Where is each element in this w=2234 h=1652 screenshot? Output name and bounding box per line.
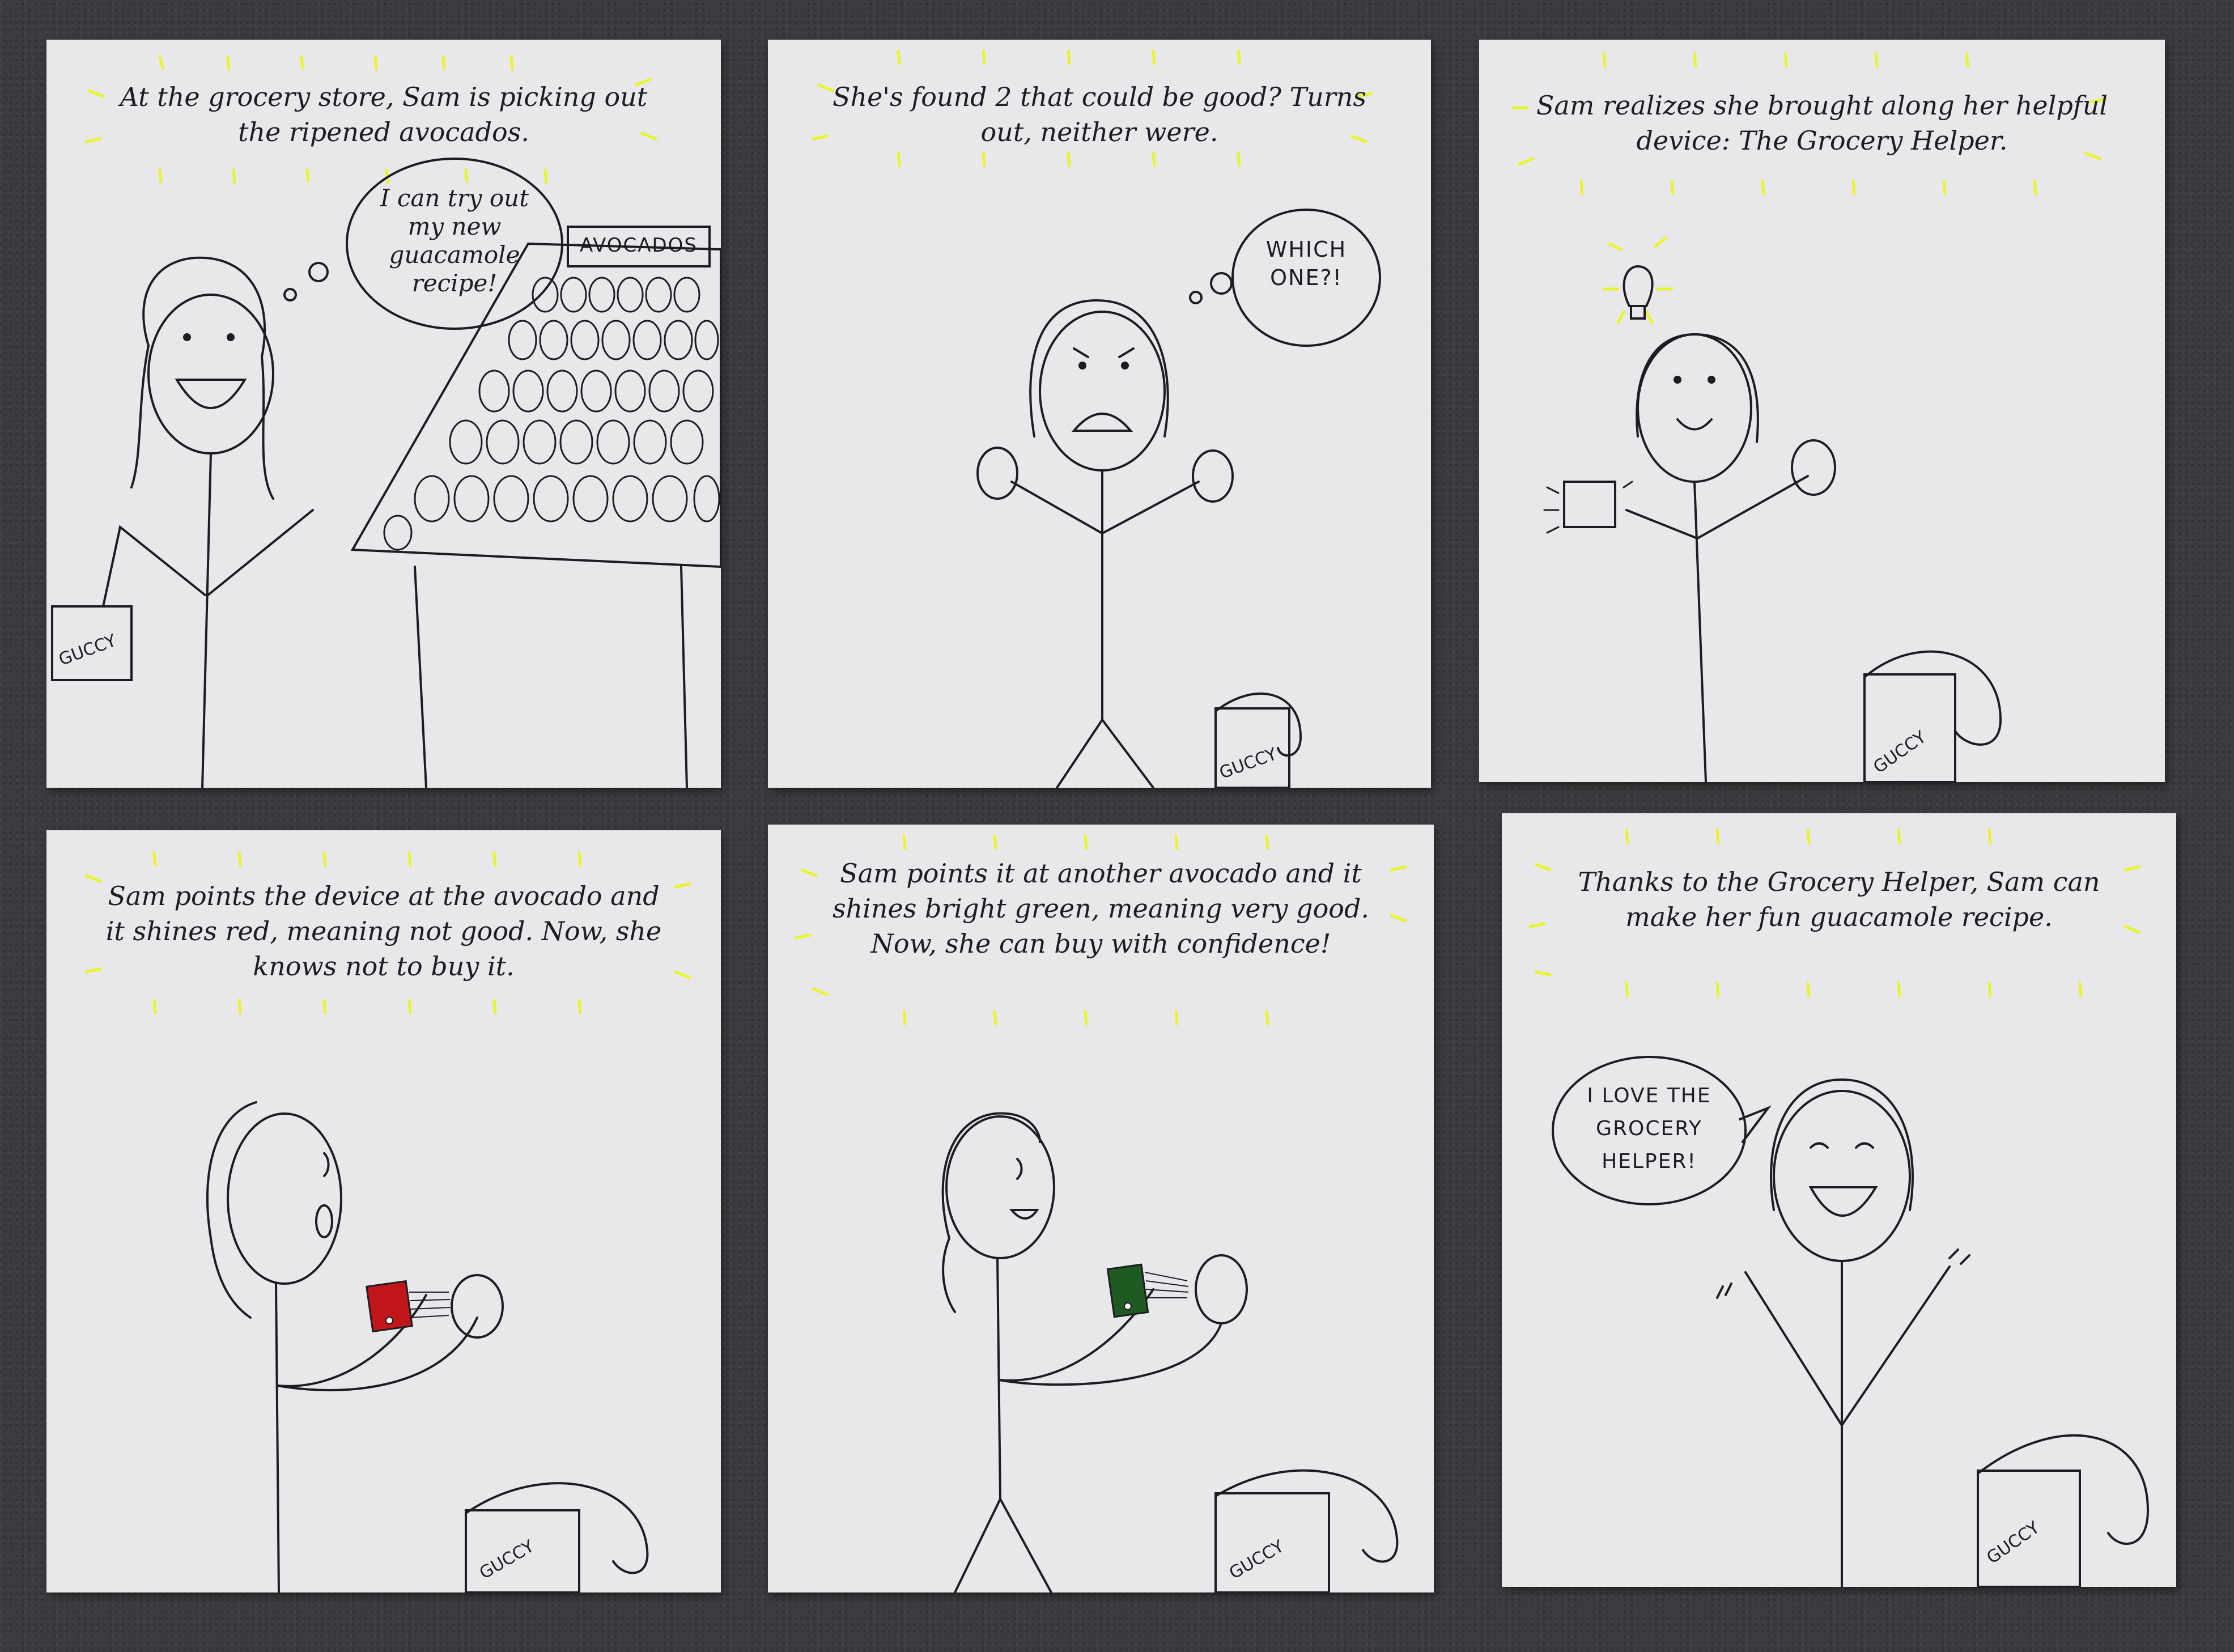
frown	[1071, 413, 1133, 432]
right-arm	[1696, 475, 1809, 540]
big-smile	[1808, 1186, 1878, 1217]
head	[1039, 311, 1166, 472]
comic-panel-4: Sam points the device at the avocado and…	[46, 830, 721, 1592]
left-arm	[1744, 1271, 1843, 1426]
head	[945, 1115, 1055, 1259]
panel-2-caption: She's found 2 that could be good? Turns …	[832, 82, 1367, 147]
body	[201, 452, 212, 788]
avocado	[451, 1274, 504, 1339]
hair-left	[130, 345, 150, 489]
left-arm	[1010, 481, 1102, 534]
right-arm	[1102, 481, 1200, 534]
avocados	[383, 277, 720, 551]
comic-panel-1: At the grocery store, Sam is picking out…	[46, 40, 721, 788]
left-arm	[1625, 509, 1698, 540]
panel-6-caption: Thanks to the Grocery Helper, Sam can ma…	[1578, 867, 2100, 932]
comic-panel-5: Sam points it at another avocado and it …	[768, 825, 1434, 1592]
hair	[1770, 1078, 1914, 1211]
panel-4-caption: Sam points the device at the avocado and…	[105, 881, 662, 982]
right-arm	[1841, 1265, 1951, 1426]
body	[275, 1282, 280, 1592]
comic-panel-3: Sam realizes she brought along her helpf…	[1479, 40, 2165, 782]
panel-3-caption: Sam realizes she brought along her helpf…	[1536, 90, 2108, 156]
left-arm	[102, 525, 206, 608]
panel-2-drawing	[812, 49, 1381, 788]
hair	[1636, 333, 1759, 443]
comic-panel-2: She's found 2 that could be good? Turns …	[768, 40, 1431, 788]
open-mouth	[315, 1204, 333, 1238]
panel-6-speech-text: I LOVE THE GROCERY HELPER!	[1587, 1084, 1711, 1173]
grocery-helper-device	[1563, 481, 1616, 528]
smile	[175, 379, 247, 409]
avocados-sign: AVOCADOS	[579, 234, 698, 257]
right-arm	[207, 509, 314, 596]
panel-5-caption: Sam points it at another avocado and it …	[832, 858, 1370, 959]
body	[996, 1257, 1001, 1500]
head	[227, 1112, 342, 1285]
lightbulb-icon	[1623, 265, 1654, 307]
comic-panel-6: Thanks to the Grocery Helper, Sam can ma…	[1502, 813, 2176, 1587]
avocado	[1195, 1254, 1248, 1324]
body	[1693, 481, 1707, 782]
hair	[1029, 299, 1169, 438]
hair	[206, 1101, 257, 1319]
panel-1-caption: At the grocery store, Sam is picking out…	[120, 82, 648, 147]
smile	[1009, 1209, 1039, 1220]
head	[1773, 1090, 1911, 1262]
panel-1-drawing	[51, 55, 721, 788]
smile	[1676, 418, 1713, 431]
head	[1637, 333, 1752, 483]
panel-2-thought-text: WHICH ONE?!	[1265, 237, 1347, 290]
panel-1-thought-text: I can try out my new guacamole recipe!	[380, 184, 529, 297]
head	[147, 294, 274, 455]
device-glow	[1543, 481, 1633, 534]
